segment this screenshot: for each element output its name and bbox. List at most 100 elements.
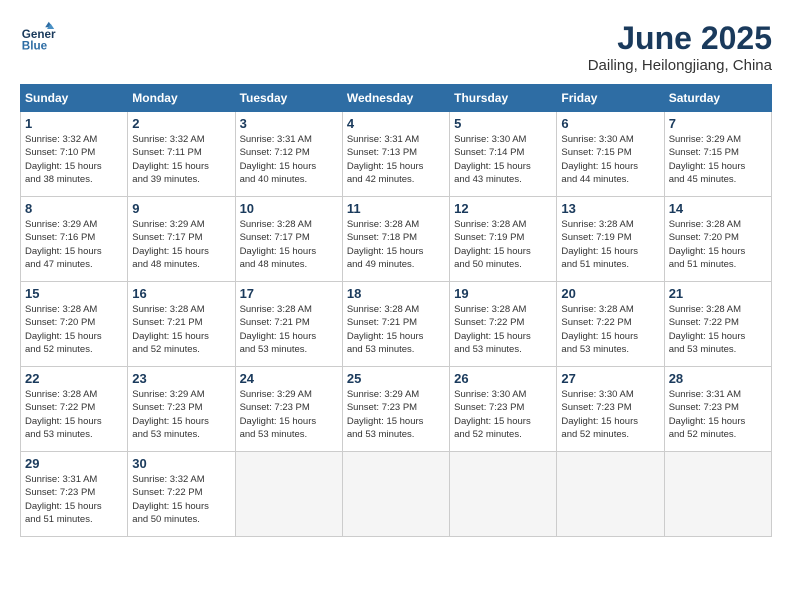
day-number: 15: [25, 286, 123, 301]
calendar-table: SundayMondayTuesdayWednesdayThursdayFrid…: [20, 84, 772, 537]
day-info: Sunrise: 3:28 AM Sunset: 7:21 PM Dayligh…: [240, 303, 338, 356]
day-number: 23: [132, 371, 230, 386]
weekday-header-row: SundayMondayTuesdayWednesdayThursdayFrid…: [21, 85, 772, 112]
day-number: 18: [347, 286, 445, 301]
week-row-2: 8 Sunrise: 3:29 AM Sunset: 7:16 PM Daylig…: [21, 197, 772, 282]
weekday-header-wednesday: Wednesday: [342, 85, 449, 112]
empty-cell: [342, 452, 449, 537]
empty-cell: [557, 452, 664, 537]
empty-cell: [235, 452, 342, 537]
day-cell-5: 5Sunrise: 3:30 AM Sunset: 7:14 PM Daylig…: [450, 112, 557, 197]
day-info: Sunrise: 3:29 AM Sunset: 7:17 PM Dayligh…: [132, 218, 230, 271]
day-cell-13: 13 Sunrise: 3:28 AM Sunset: 7:19 PM Dayli…: [557, 197, 664, 282]
day-info: Sunrise: 3:28 AM Sunset: 7:21 PM Dayligh…: [132, 303, 230, 356]
weekday-header-saturday: Saturday: [664, 85, 771, 112]
day-number: 20: [561, 286, 659, 301]
day-cell-2: 2Sunrise: 3:32 AM Sunset: 7:11 PM Daylig…: [128, 112, 235, 197]
day-number: 11: [347, 201, 445, 216]
day-number: 24: [240, 371, 338, 386]
day-info: Sunrise: 3:31 AM Sunset: 7:23 PM Dayligh…: [25, 473, 123, 526]
day-info: Sunrise: 3:29 AM Sunset: 7:15 PM Dayligh…: [669, 133, 767, 186]
day-info: Sunrise: 3:29 AM Sunset: 7:23 PM Dayligh…: [240, 388, 338, 441]
day-number: 6: [561, 116, 659, 131]
day-cell-15: 15 Sunrise: 3:28 AM Sunset: 7:20 PM Dayli…: [21, 282, 128, 367]
week-row-1: 1 Sunrise: 3:32 AM Sunset: 7:10 PM Daylig…: [21, 112, 772, 197]
day-number: 1: [25, 116, 123, 131]
day-number: 30: [132, 456, 230, 471]
day-number: 8: [25, 201, 123, 216]
day-info: Sunrise: 3:28 AM Sunset: 7:20 PM Dayligh…: [25, 303, 123, 356]
day-info: Sunrise: 3:30 AM Sunset: 7:15 PM Dayligh…: [561, 133, 659, 186]
page-header: General Blue June 2025 Dailing, Heilongj…: [20, 20, 772, 74]
day-cell-6: 6 Sunrise: 3:30 AM Sunset: 7:15 PM Daylig…: [557, 112, 664, 197]
day-info: Sunrise: 3:29 AM Sunset: 7:23 PM Dayligh…: [347, 388, 445, 441]
day-cell-24: 24 Sunrise: 3:29 AM Sunset: 7:23 PM Dayli…: [235, 367, 342, 452]
day-cell-4: 4 Sunrise: 3:31 AM Sunset: 7:13 PM Daylig…: [342, 112, 449, 197]
weekday-header-monday: Monday: [128, 85, 235, 112]
day-number: 14: [669, 201, 767, 216]
day-cell-27: 27 Sunrise: 3:30 AM Sunset: 7:23 PM Dayli…: [557, 367, 664, 452]
week-row-5: 29 Sunrise: 3:31 AM Sunset: 7:23 PM Dayli…: [21, 452, 772, 537]
day-cell-14: 14 Sunrise: 3:28 AM Sunset: 7:20 PM Dayli…: [664, 197, 771, 282]
day-info: Sunrise: 3:28 AM Sunset: 7:19 PM Dayligh…: [561, 218, 659, 271]
week-row-4: 22 Sunrise: 3:28 AM Sunset: 7:22 PM Dayli…: [21, 367, 772, 452]
day-cell-25: 25 Sunrise: 3:29 AM Sunset: 7:23 PM Dayli…: [342, 367, 449, 452]
day-info: Sunrise: 3:29 AM Sunset: 7:23 PM Dayligh…: [132, 388, 230, 441]
day-info: Sunrise: 3:28 AM Sunset: 7:22 PM Dayligh…: [454, 303, 552, 356]
day-number: 26: [454, 371, 552, 386]
day-info: Sunrise: 3:32 AM Sunset: 7:10 PM Dayligh…: [25, 133, 123, 186]
title-area: June 2025 Dailing, Heilongjiang, China: [588, 20, 772, 74]
day-cell-11: 11Sunrise: 3:28 AM Sunset: 7:18 PM Dayli…: [342, 197, 449, 282]
day-number: 22: [25, 371, 123, 386]
day-cell-8: 8 Sunrise: 3:29 AM Sunset: 7:16 PM Daylig…: [21, 197, 128, 282]
day-info: Sunrise: 3:28 AM Sunset: 7:22 PM Dayligh…: [561, 303, 659, 356]
day-number: 4: [347, 116, 445, 131]
day-number: 21: [669, 286, 767, 301]
weekday-header-friday: Friday: [557, 85, 664, 112]
day-cell-20: 20 Sunrise: 3:28 AM Sunset: 7:22 PM Dayli…: [557, 282, 664, 367]
day-info: Sunrise: 3:28 AM Sunset: 7:20 PM Dayligh…: [669, 218, 767, 271]
day-number: 29: [25, 456, 123, 471]
day-number: 25: [347, 371, 445, 386]
week-row-3: 15 Sunrise: 3:28 AM Sunset: 7:20 PM Dayli…: [21, 282, 772, 367]
day-info: Sunrise: 3:28 AM Sunset: 7:17 PM Dayligh…: [240, 218, 338, 271]
day-number: 3: [240, 116, 338, 131]
day-number: 5: [454, 116, 552, 131]
day-cell-23: 23 Sunrise: 3:29 AM Sunset: 7:23 PM Dayli…: [128, 367, 235, 452]
day-info: Sunrise: 3:31 AM Sunset: 7:23 PM Dayligh…: [669, 388, 767, 441]
day-cell-29: 29 Sunrise: 3:31 AM Sunset: 7:23 PM Dayli…: [21, 452, 128, 537]
location-title: Dailing, Heilongjiang, China: [588, 57, 772, 74]
day-info: Sunrise: 3:28 AM Sunset: 7:19 PM Dayligh…: [454, 218, 552, 271]
day-cell-10: 10 Sunrise: 3:28 AM Sunset: 7:17 PM Dayli…: [235, 197, 342, 282]
day-cell-21: 21 Sunrise: 3:28 AM Sunset: 7:22 PM Dayli…: [664, 282, 771, 367]
day-info: Sunrise: 3:28 AM Sunset: 7:21 PM Dayligh…: [347, 303, 445, 356]
day-number: 27: [561, 371, 659, 386]
day-info: Sunrise: 3:31 AM Sunset: 7:13 PM Dayligh…: [347, 133, 445, 186]
day-cell-12: 12 Sunrise: 3:28 AM Sunset: 7:19 PM Dayli…: [450, 197, 557, 282]
day-info: Sunrise: 3:28 AM Sunset: 7:22 PM Dayligh…: [25, 388, 123, 441]
day-info: Sunrise: 3:29 AM Sunset: 7:16 PM Dayligh…: [25, 218, 123, 271]
day-number: 13: [561, 201, 659, 216]
day-cell-26: 26 Sunrise: 3:30 AM Sunset: 7:23 PM Dayli…: [450, 367, 557, 452]
day-info: Sunrise: 3:30 AM Sunset: 7:23 PM Dayligh…: [561, 388, 659, 441]
day-number: 28: [669, 371, 767, 386]
day-number: 10: [240, 201, 338, 216]
day-info: Sunrise: 3:28 AM Sunset: 7:22 PM Dayligh…: [669, 303, 767, 356]
svg-text:Blue: Blue: [22, 40, 48, 53]
day-cell-7: 7 Sunrise: 3:29 AM Sunset: 7:15 PM Daylig…: [664, 112, 771, 197]
logo: General Blue: [20, 20, 56, 56]
month-title: June 2025: [588, 20, 772, 57]
day-number: 2: [132, 116, 230, 131]
empty-cell: [450, 452, 557, 537]
day-info: Sunrise: 3:31 AM Sunset: 7:12 PM Dayligh…: [240, 133, 338, 186]
day-number: 7: [669, 116, 767, 131]
day-number: 16: [132, 286, 230, 301]
day-number: 12: [454, 201, 552, 216]
day-cell-17: 17Sunrise: 3:28 AM Sunset: 7:21 PM Dayli…: [235, 282, 342, 367]
weekday-header-sunday: Sunday: [21, 85, 128, 112]
day-info: Sunrise: 3:30 AM Sunset: 7:23 PM Dayligh…: [454, 388, 552, 441]
day-cell-9: 9Sunrise: 3:29 AM Sunset: 7:17 PM Daylig…: [128, 197, 235, 282]
day-cell-16: 16 Sunrise: 3:28 AM Sunset: 7:21 PM Dayli…: [128, 282, 235, 367]
empty-cell: [664, 452, 771, 537]
day-cell-18: 18 Sunrise: 3:28 AM Sunset: 7:21 PM Dayli…: [342, 282, 449, 367]
